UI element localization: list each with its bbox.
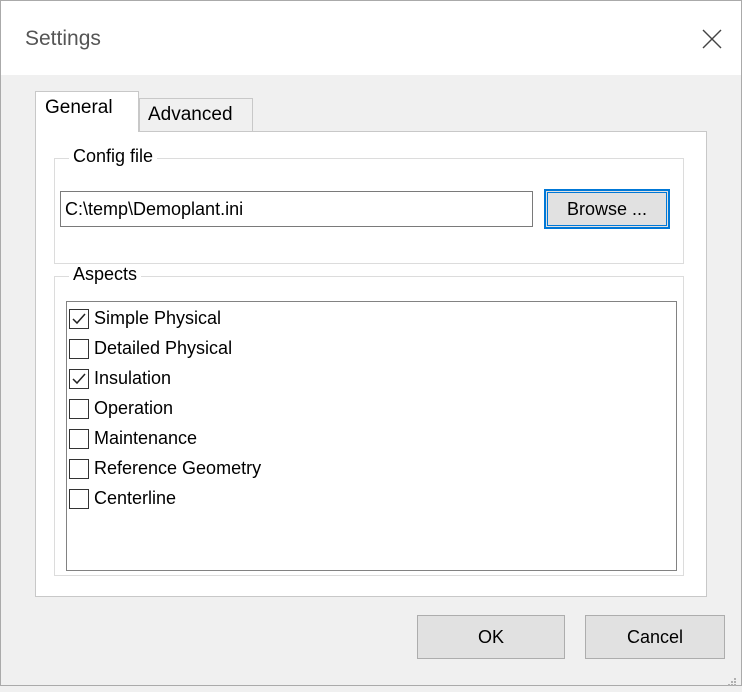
aspect-checkbox[interactable]: [69, 339, 89, 359]
checkmark-icon: [72, 373, 86, 385]
general-tab-panel: Config file Browse ... Aspects Simple Ph…: [35, 131, 707, 597]
aspect-item-operation[interactable]: Operation: [68, 396, 468, 426]
aspect-checkbox[interactable]: [69, 369, 89, 389]
aspect-checkbox[interactable]: [69, 309, 89, 329]
settings-dialog: Settings General Advanced Config file Br…: [0, 0, 742, 686]
ok-button[interactable]: OK: [417, 615, 565, 659]
tab-advanced-label: Advanced: [148, 104, 233, 125]
aspect-checkbox[interactable]: [69, 429, 89, 449]
tab-general[interactable]: General: [35, 91, 139, 132]
config-path-input[interactable]: [60, 191, 533, 227]
aspects-checklist[interactable]: Simple Physical Detailed Physical Insula…: [66, 301, 677, 571]
resize-grip-icon[interactable]: [727, 671, 737, 692]
window-title: Settings: [25, 27, 101, 50]
aspects-group: Aspects Simple Physical Detailed Physica…: [54, 264, 684, 576]
aspect-label: Maintenance: [94, 428, 198, 448]
aspect-checkbox[interactable]: [69, 489, 89, 509]
config-file-legend: Config file: [69, 146, 158, 167]
tab-advanced[interactable]: Advanced: [139, 98, 253, 132]
aspect-item-reference-geometry[interactable]: Reference Geometry: [68, 456, 468, 486]
title-bar: Settings: [1, 1, 741, 75]
aspect-item-maintenance[interactable]: Maintenance: [68, 426, 468, 456]
aspect-item-detailed-physical[interactable]: Detailed Physical: [68, 336, 468, 366]
aspect-item-simple-physical[interactable]: Simple Physical: [68, 306, 468, 336]
aspect-item-insulation[interactable]: Insulation: [68, 366, 468, 396]
aspect-item-centerline[interactable]: Centerline: [68, 486, 468, 516]
aspect-checkbox[interactable]: [69, 459, 89, 479]
browse-button[interactable]: Browse ...: [544, 189, 670, 229]
checkmark-icon: [72, 313, 86, 325]
aspect-label: Insulation: [94, 368, 172, 388]
aspect-label: Simple Physical: [94, 308, 222, 328]
aspects-legend: Aspects: [69, 264, 142, 285]
aspect-label: Centerline: [94, 488, 177, 508]
aspect-label: Detailed Physical: [94, 338, 233, 358]
tab-general-label: General: [45, 97, 113, 118]
close-button[interactable]: [691, 19, 733, 59]
aspect-label: Reference Geometry: [94, 458, 262, 478]
cancel-button[interactable]: Cancel: [585, 615, 725, 659]
aspect-checkbox[interactable]: [69, 399, 89, 419]
config-file-group: Config file Browse ...: [54, 146, 684, 264]
aspect-label: Operation: [94, 398, 174, 418]
